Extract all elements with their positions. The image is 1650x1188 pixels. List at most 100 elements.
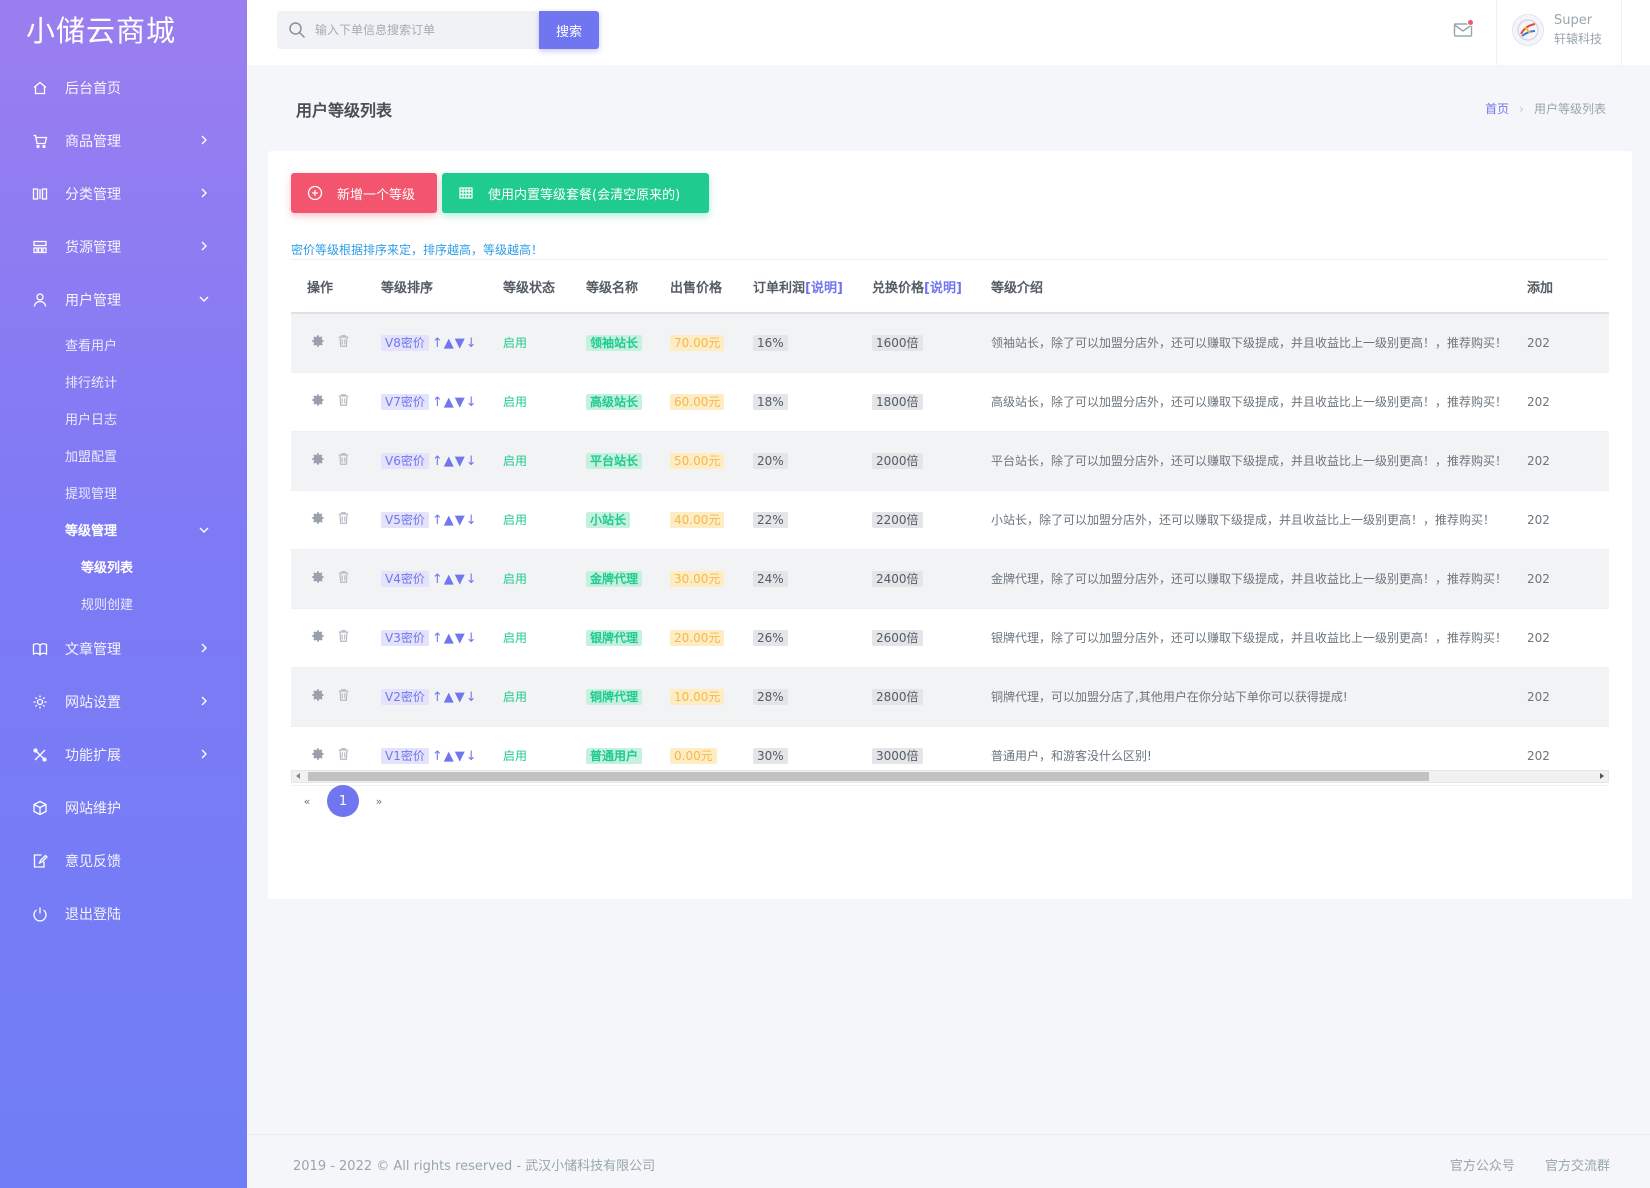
sidebar-subitem-user-logs[interactable]: 用户日志 <box>0 400 247 437</box>
sidebar-subitem-view-users[interactable]: 查看用户 <box>0 326 247 363</box>
sidebar-item-site-settings[interactable]: 网站设置 <box>0 675 247 728</box>
sort-arrows[interactable]: ↑▲▼↓ <box>432 513 478 528</box>
footer-link-group[interactable]: 官方交流群 <box>1545 1159 1610 1174</box>
pagination-page-current[interactable]: 1 <box>327 785 359 817</box>
feedback-icon <box>32 853 48 869</box>
cell-price: 20.00元 <box>654 608 737 668</box>
cart-icon <box>32 133 48 149</box>
status-text[interactable]: 启用 <box>503 395 527 409</box>
edit-gear-icon[interactable] <box>311 570 325 587</box>
pagination-prev[interactable]: « <box>291 795 323 808</box>
delete-trash-icon[interactable] <box>337 393 350 410</box>
sidebar-subitem-level-list[interactable]: 等级列表 <box>0 548 247 585</box>
status-text[interactable]: 启用 <box>503 513 527 527</box>
sidebar-item-maintenance[interactable]: 网站维护 <box>0 781 247 834</box>
exchange-badge: 1600倍 <box>872 335 923 352</box>
edit-gear-icon[interactable] <box>311 334 325 351</box>
edit-gear-icon[interactable] <box>311 629 325 646</box>
sort-arrows[interactable]: ↑▲▼↓ <box>432 336 478 351</box>
sort-arrows[interactable]: ↑▲▼↓ <box>432 572 478 587</box>
profit-explain-link[interactable]: [说明] <box>805 281 843 296</box>
scroll-left-arrow-icon[interactable] <box>296 773 300 779</box>
exchange-explain-link[interactable]: [说明] <box>924 281 962 296</box>
sidebar-item-products[interactable]: 商品管理 <box>0 114 247 167</box>
cell-name: 银牌代理 <box>570 608 654 668</box>
level-badge: V1密价 <box>381 748 429 764</box>
sidebar-subitem-withdraw[interactable]: 提现管理 <box>0 474 247 511</box>
delete-trash-icon[interactable] <box>337 747 350 764</box>
scrollbar-thumb[interactable] <box>308 772 1429 781</box>
level-table: 操作 等级排序 等级状态 等级名称 出售价格 订单利润[说明] 兑换价格[说明]… <box>291 260 1609 786</box>
page-title: 用户等级列表 <box>296 101 393 120</box>
status-text[interactable]: 启用 <box>503 572 527 586</box>
sidebar-item-sources[interactable]: 货源管理 <box>0 220 247 273</box>
book-icon <box>32 641 48 657</box>
delete-trash-icon[interactable] <box>337 452 350 469</box>
status-text[interactable]: 启用 <box>503 749 527 763</box>
col-header-sort: 等级排序 <box>365 260 487 314</box>
cell-profit: 16% <box>737 313 856 373</box>
sidebar-item-feedback[interactable]: 意见反馈 <box>0 834 247 887</box>
scroll-right-arrow-icon[interactable] <box>1600 773 1604 779</box>
sort-arrows[interactable]: ↑▲▼↓ <box>432 690 478 705</box>
status-text[interactable]: 启用 <box>503 336 527 350</box>
breadcrumb-home[interactable]: 首页 <box>1485 102 1509 116</box>
sidebar-subitem-level-mgmt[interactable]: 等级管理 <box>0 511 247 548</box>
cell-status: 启用 <box>487 608 570 668</box>
sort-arrows[interactable]: ↑▲▼↓ <box>432 395 478 410</box>
col-header-added: 添加 <box>1511 260 1609 314</box>
sidebar-item-label: 后台首页 <box>65 80 121 97</box>
delete-trash-icon[interactable] <box>337 334 350 351</box>
cell-added: 202 <box>1511 372 1609 432</box>
delete-trash-icon[interactable] <box>337 511 350 528</box>
user-menu[interactable]: Super 轩辕科技 <box>1496 0 1622 65</box>
use-preset-button[interactable]: 使用内置等级套餐(会清空原来的) <box>442 173 709 213</box>
edit-gear-icon[interactable] <box>311 688 325 705</box>
status-text[interactable]: 启用 <box>503 690 527 704</box>
brand-logo[interactable]: 小储云商城 <box>26 8 176 50</box>
delete-trash-icon[interactable] <box>337 570 350 587</box>
delete-trash-icon[interactable] <box>337 629 350 646</box>
cell-added: 202 <box>1511 608 1609 668</box>
pagination: « 1 » <box>291 785 395 817</box>
table-row: V3密价 ↑▲▼↓ 启用 银牌代理 20.00元 26% 2600倍 银牌代理，除了可以加盟分… <box>291 608 1609 668</box>
edit-gear-icon[interactable] <box>311 511 325 528</box>
sidebar-item-logout[interactable]: 退出登陆 <box>0 887 247 940</box>
level-name-badge: 高级站长 <box>586 394 643 410</box>
sidebar-item-users[interactable]: 用户管理 <box>0 273 247 326</box>
sort-arrows[interactable]: ↑▲▼↓ <box>432 631 478 646</box>
cell-status: 启用 <box>487 549 570 609</box>
cell-intro: 银牌代理，除了可以加盟分店外，还可以赚取下级提成，并且收益比上一级别更高！，推荐… <box>975 608 1511 668</box>
level-name-badge: 银牌代理 <box>586 630 643 646</box>
sidebar-subitem-ranking[interactable]: 排行统计 <box>0 363 247 400</box>
sidebar-subitem-franchise[interactable]: 加盟配置 <box>0 437 247 474</box>
sidebar-item-extensions[interactable]: 功能扩展 <box>0 728 247 781</box>
search-button[interactable]: 搜索 <box>539 11 599 49</box>
add-level-button[interactable]: 新增一个等级 <box>291 173 437 213</box>
horizontal-scrollbar[interactable] <box>291 770 1609 783</box>
sidebar-item-categories[interactable]: 分类管理 <box>0 167 247 220</box>
cell-sort: V5密价 ↑▲▼↓ <box>365 490 487 550</box>
sort-arrows[interactable]: ↑▲▼↓ <box>432 749 478 764</box>
edit-gear-icon[interactable] <box>311 393 325 410</box>
edit-gear-icon[interactable] <box>311 452 325 469</box>
level-name-badge: 平台站长 <box>586 453 643 469</box>
footer-link-wechat[interactable]: 官方公众号 <box>1450 1159 1515 1174</box>
search-input[interactable] <box>315 11 530 49</box>
notification-button[interactable] <box>1451 18 1475 42</box>
sidebar-subitem-rule-create[interactable]: 规则创建 <box>0 585 247 622</box>
status-text[interactable]: 启用 <box>503 631 527 645</box>
sort-arrows[interactable]: ↑▲▼↓ <box>432 454 478 469</box>
profit-badge: 30% <box>753 747 788 764</box>
sidebar-item-articles[interactable]: 文章管理 <box>0 622 247 675</box>
edit-gear-icon[interactable] <box>311 747 325 764</box>
cell-added: 202 <box>1511 667 1609 727</box>
delete-trash-icon[interactable] <box>337 688 350 705</box>
table-row: V8密价 ↑▲▼↓ 启用 领袖站长 70.00元 16% 1600倍 领袖站长，除了可以加盟分… <box>291 313 1609 373</box>
sidebar-item-dashboard[interactable]: 后台首页 <box>0 61 247 114</box>
tools-icon <box>32 747 48 763</box>
settings-icon <box>32 694 48 710</box>
status-text[interactable]: 启用 <box>503 454 527 468</box>
pagination-next[interactable]: » <box>363 795 395 808</box>
footer: 2019 - 2022 © All rights reserved - 武汉小储… <box>247 1134 1650 1188</box>
